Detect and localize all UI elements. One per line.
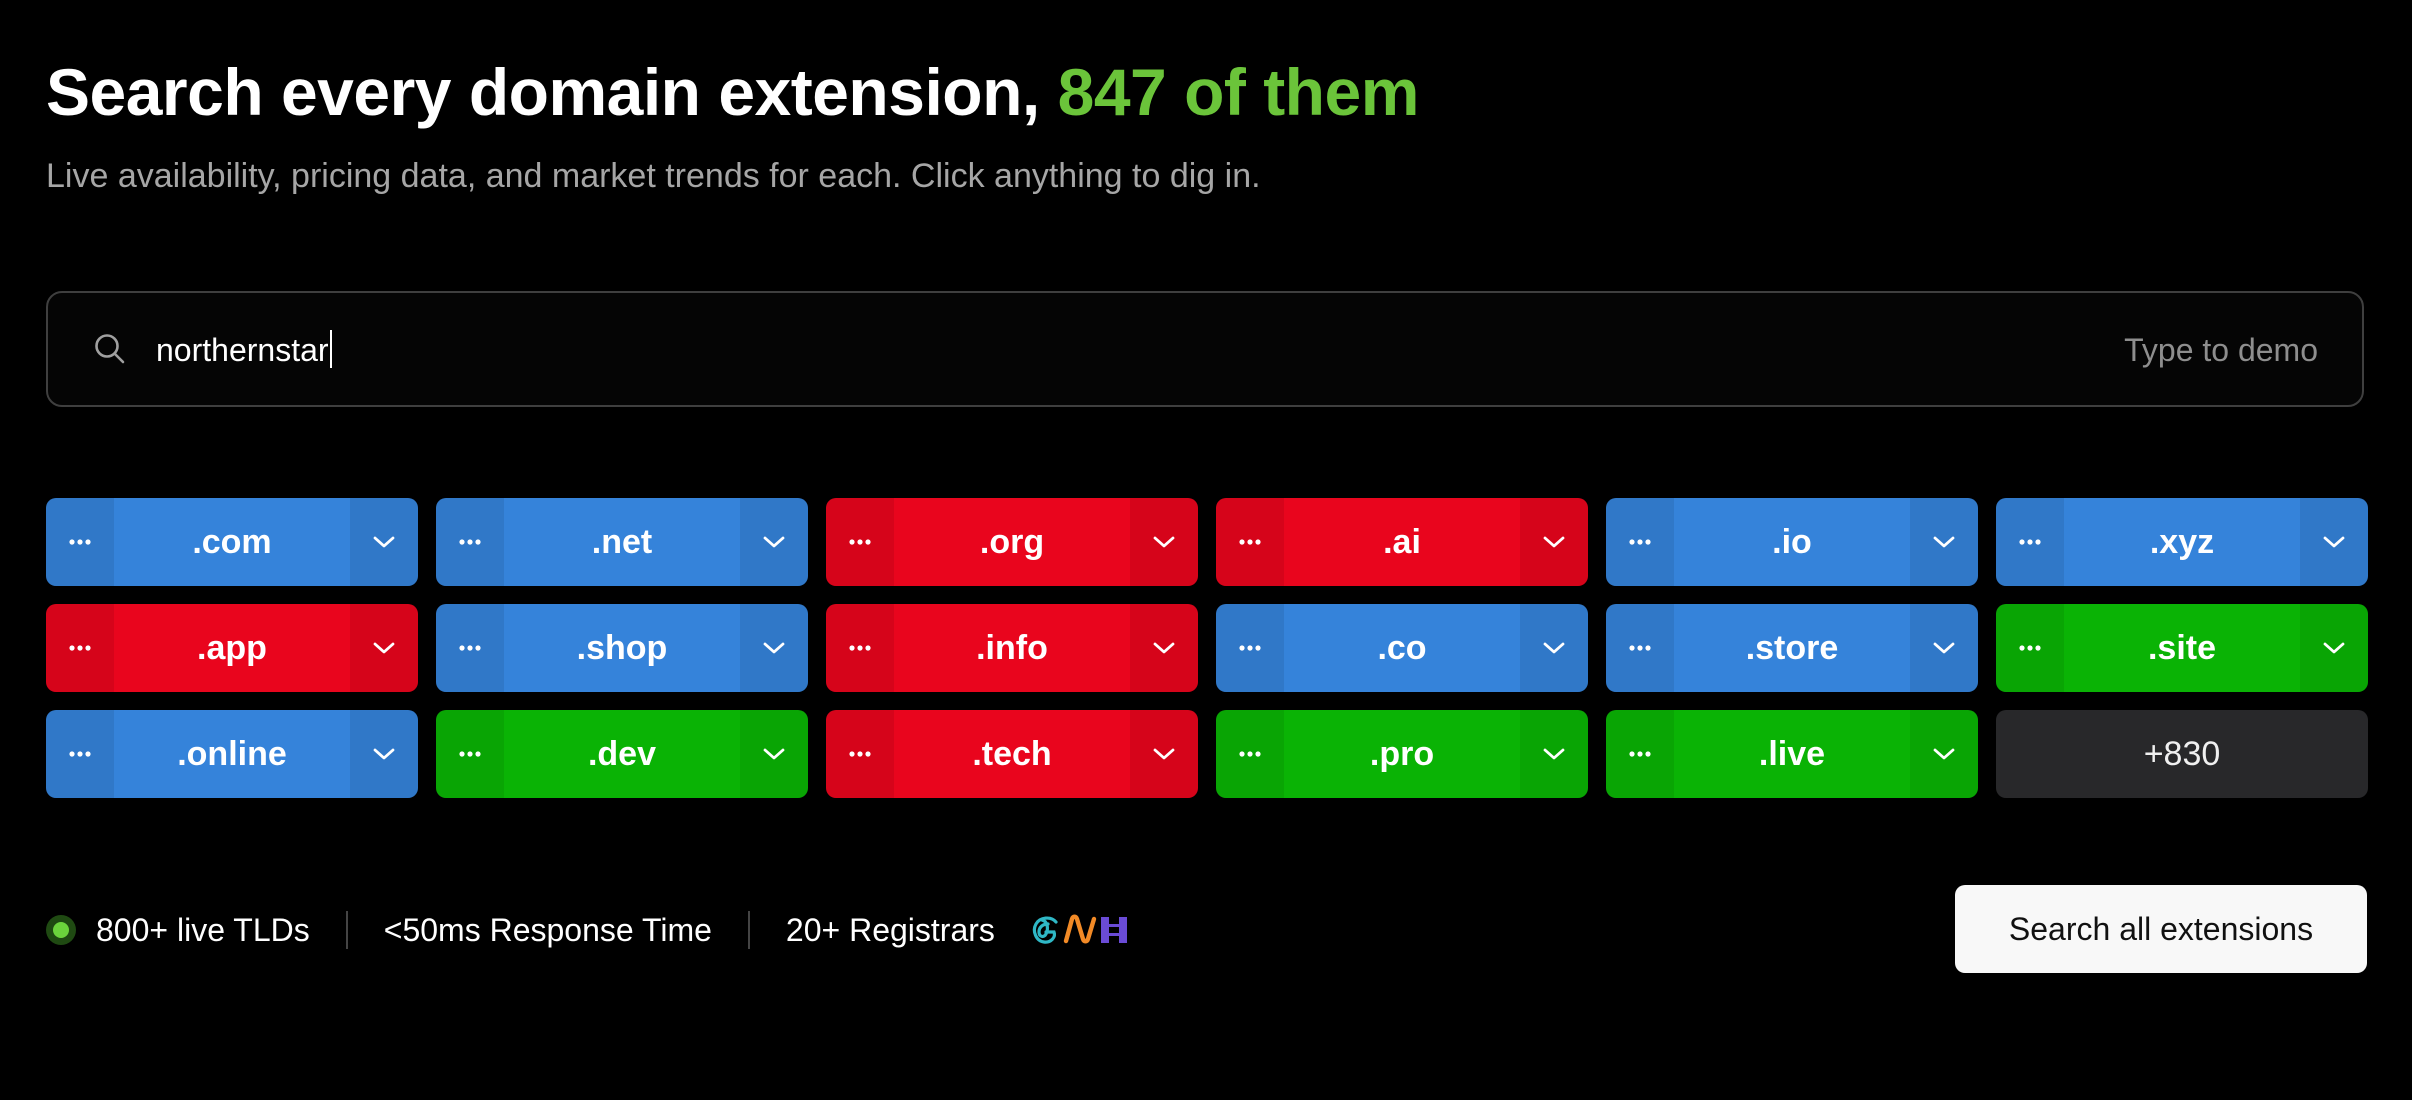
- page-subtitle: Live availability, pricing data, and mar…: [46, 157, 1261, 195]
- chevron-down-icon[interactable]: [1130, 604, 1198, 692]
- tld-card[interactable]: .dev: [436, 710, 808, 798]
- chevron-down-icon[interactable]: [740, 710, 808, 798]
- tld-card[interactable]: .live: [1606, 710, 1978, 798]
- tld-label[interactable]: .pro: [1284, 735, 1520, 774]
- chevron-down-icon[interactable]: [740, 604, 808, 692]
- tld-label[interactable]: .net: [504, 523, 740, 562]
- stats-bar: 800+ live TLDs <50ms Response Time 20+ R…: [46, 903, 1131, 957]
- chevron-down-icon[interactable]: [350, 710, 418, 798]
- search-input-value[interactable]: northernstar: [156, 332, 329, 368]
- chevron-down-icon[interactable]: [1520, 604, 1588, 692]
- tld-label[interactable]: .org: [894, 523, 1130, 562]
- more-options-icon[interactable]: [1216, 604, 1284, 692]
- stats-divider: [345, 911, 348, 949]
- stat-registrars: 20+ Registrars: [785, 912, 995, 948]
- stat-response-time: <50ms Response Time: [383, 912, 712, 948]
- more-options-icon[interactable]: [1606, 710, 1674, 798]
- chevron-down-icon[interactable]: [1520, 498, 1588, 586]
- chevron-down-icon[interactable]: [1910, 710, 1978, 798]
- more-options-icon[interactable]: [1216, 498, 1284, 586]
- more-options-icon[interactable]: [1996, 498, 2064, 586]
- tld-card[interactable]: .net: [436, 498, 808, 586]
- tld-label[interactable]: .online: [114, 735, 350, 774]
- text-caret: [329, 330, 332, 368]
- page-title-accent: 847 of them: [1057, 55, 1420, 129]
- chevron-down-icon[interactable]: [350, 604, 418, 692]
- chevron-down-icon[interactable]: [2300, 604, 2368, 692]
- tld-label[interactable]: .xyz: [2064, 523, 2300, 562]
- tld-card[interactable]: .app: [46, 604, 418, 692]
- tld-card[interactable]: .org: [826, 498, 1198, 586]
- tld-card[interactable]: .tech: [826, 710, 1198, 798]
- tld-card[interactable]: .online: [46, 710, 418, 798]
- stats-divider: [747, 911, 750, 949]
- search-input[interactable]: northernstar: [156, 327, 332, 373]
- chevron-down-icon[interactable]: [1130, 710, 1198, 798]
- tld-card[interactable]: .com: [46, 498, 418, 586]
- search-all-extensions-button[interactable]: Search all extensions: [1955, 885, 2367, 973]
- tld-card[interactable]: .pro: [1216, 710, 1588, 798]
- more-options-icon[interactable]: [46, 498, 114, 586]
- tld-label[interactable]: .site: [2064, 629, 2300, 668]
- stat-live-tlds: 800+ live TLDs: [96, 912, 310, 948]
- chevron-down-icon[interactable]: [350, 498, 418, 586]
- more-options-icon[interactable]: [826, 604, 894, 692]
- chevron-down-icon[interactable]: [1910, 604, 1978, 692]
- tld-label[interactable]: .com: [114, 523, 350, 562]
- domain-search-box[interactable]: northernstar Type to demo: [46, 291, 2364, 407]
- tld-card[interactable]: .ai: [1216, 498, 1588, 586]
- more-options-icon[interactable]: [46, 710, 114, 798]
- tld-label[interactable]: .store: [1674, 629, 1910, 668]
- tld-label[interactable]: .tech: [894, 735, 1130, 774]
- tld-label[interactable]: .ai: [1284, 523, 1520, 562]
- tld-grid: .com .net .org .ai .io .xyz .app .shop .info .co.…: [46, 498, 2368, 798]
- tld-card[interactable]: .info: [826, 604, 1198, 692]
- tld-card[interactable]: .xyz: [1996, 498, 2368, 586]
- namecheap-logo: [1063, 914, 1097, 944]
- more-options-icon[interactable]: [436, 498, 504, 586]
- more-options-icon[interactable]: [826, 498, 894, 586]
- tld-label[interactable]: .app: [114, 629, 350, 668]
- chevron-down-icon[interactable]: [2300, 498, 2368, 586]
- more-options-icon[interactable]: [1216, 710, 1284, 798]
- search-icon: [92, 331, 128, 367]
- more-options-icon[interactable]: [436, 604, 504, 692]
- registrar-logos: [1029, 913, 1131, 947]
- page-title: Search every domain extension, 847 of th…: [46, 50, 1419, 134]
- chevron-down-icon[interactable]: [1910, 498, 1978, 586]
- tld-label[interactable]: .shop: [504, 629, 740, 668]
- tld-label[interactable]: .dev: [504, 735, 740, 774]
- tld-label[interactable]: .co: [1284, 629, 1520, 668]
- tld-card[interactable]: .shop: [436, 604, 808, 692]
- more-options-icon[interactable]: [1606, 604, 1674, 692]
- godaddy-logo: [1032, 916, 1058, 944]
- more-tlds-button[interactable]: +830: [1996, 710, 2368, 798]
- tld-card[interactable]: .io: [1606, 498, 1978, 586]
- tld-label[interactable]: .info: [894, 629, 1130, 668]
- more-options-icon[interactable]: [46, 604, 114, 692]
- chevron-down-icon[interactable]: [1130, 498, 1198, 586]
- chevron-down-icon[interactable]: [740, 498, 808, 586]
- tld-label[interactable]: .io: [1674, 523, 1910, 562]
- porkbun-logo: [1100, 917, 1127, 943]
- page-title-text: Search every domain extension,: [46, 55, 1040, 129]
- tld-card[interactable]: .co: [1216, 604, 1588, 692]
- more-options-icon[interactable]: [1606, 498, 1674, 586]
- search-hint: Type to demo: [2124, 332, 2318, 368]
- tld-card[interactable]: .store: [1606, 604, 1978, 692]
- live-status-icon: [46, 915, 76, 945]
- more-options-icon[interactable]: [826, 710, 894, 798]
- tld-card[interactable]: .site: [1996, 604, 2368, 692]
- more-options-icon[interactable]: [1996, 604, 2064, 692]
- chevron-down-icon[interactable]: [1520, 710, 1588, 798]
- tld-label[interactable]: .live: [1674, 735, 1910, 774]
- more-tlds-label[interactable]: +830: [1996, 735, 2368, 774]
- more-options-icon[interactable]: [436, 710, 504, 798]
